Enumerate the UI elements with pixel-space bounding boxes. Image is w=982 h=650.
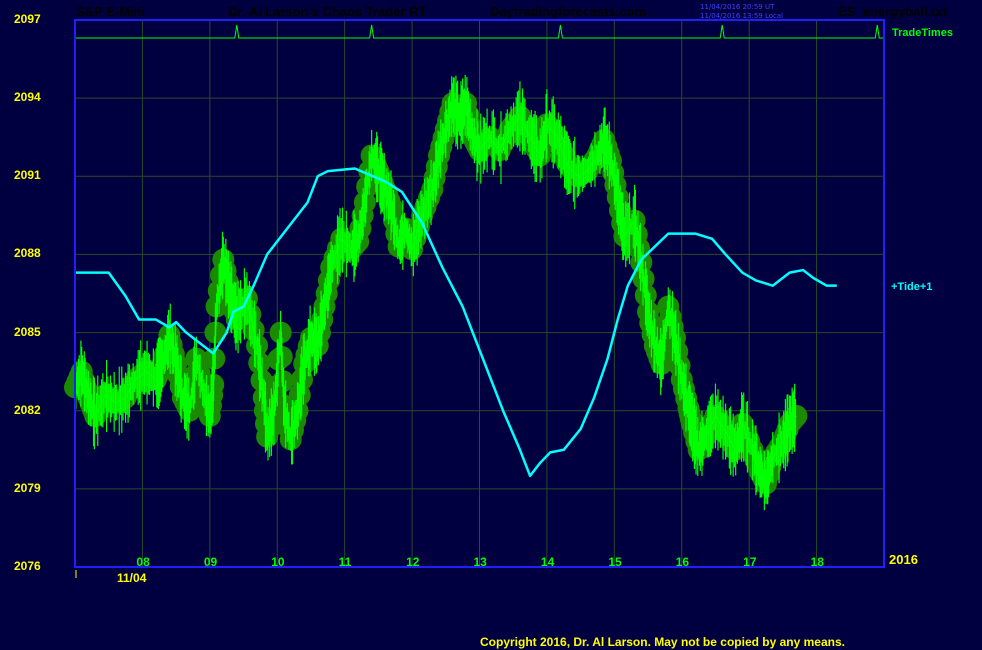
y-tick-label: 2076 [14,559,41,573]
symbol-label: S&P E-Mini [76,4,146,19]
y-tick-label: 2082 [14,402,41,417]
copyright-notice: Copyright 2016, Dr. Al Larson. May not b… [480,635,845,649]
x-tick-label: 14 [540,555,555,569]
trade-times-label: TradeTimes [892,27,953,39]
x-tick-label: 13 [473,555,487,569]
y-tick-label: 2094 [14,90,41,105]
file-name: ES_energyball.txt [838,4,948,19]
x-tick-label: 16 [675,555,690,569]
website-link[interactable]: Daytradingforecasts.com [490,4,646,19]
x-tick-label: 11 [338,555,352,569]
x-tick-label: 18 [810,555,824,569]
x-tick-label: 17 [743,555,757,569]
x-tick-label: 08 [136,555,150,569]
timestamp-ut: 11/04/2016 20:59 UT [700,3,775,11]
y-tick-label: 2085 [14,324,41,339]
y-tick-label: 2088 [14,246,41,261]
year-label: 2016 [889,552,918,567]
date-label: 11/04 [117,571,147,585]
x-tick-label: 12 [406,555,420,569]
y-tick-label: 2079 [14,480,41,495]
x-tick-label: 10 [271,555,285,569]
timestamp-local: 11/04/2016 13:59 Local [700,12,784,20]
x-tick-label: 09 [203,555,218,569]
tide-label: +Tide+1 [891,281,933,293]
chart-canvas [64,19,885,578]
y-tick-label: 2097 [14,12,41,26]
y-tick-label: 2091 [14,168,41,183]
x-tick-label: 15 [608,555,622,569]
app-title: Dr. Al Larson's Chaos Trader RT [228,4,427,19]
